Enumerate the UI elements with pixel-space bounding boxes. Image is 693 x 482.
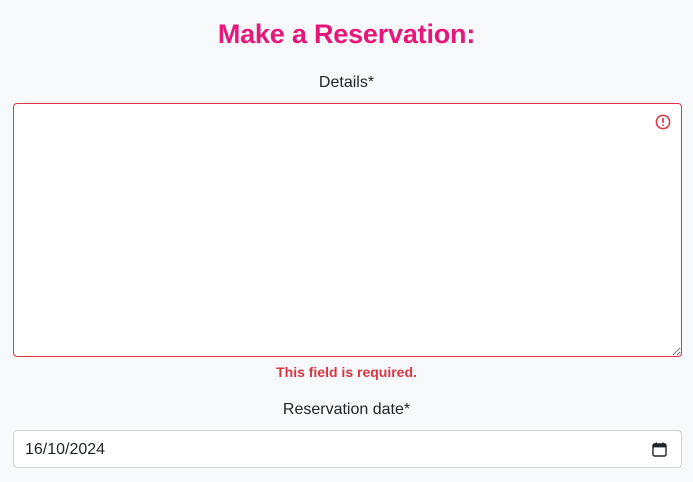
calendar-icon[interactable] — [652, 442, 667, 457]
reservation-form: Make a Reservation: Details* This field … — [0, 0, 693, 482]
details-error-message: This field is required. — [276, 364, 417, 380]
reservation-date-value[interactable]: 16/10/2024 — [25, 440, 105, 460]
reservation-date-input[interactable]: 16/10/2024 — [13, 430, 682, 468]
exclamation-circle-icon — [655, 114, 671, 130]
details-label: Details* — [318, 74, 375, 91]
reservation-date-label: Reservation date* — [282, 401, 411, 418]
details-textarea[interactable] — [13, 103, 682, 357]
page-title: Make a Reservation: — [217, 19, 476, 49]
details-field-wrapper — [13, 103, 682, 357]
